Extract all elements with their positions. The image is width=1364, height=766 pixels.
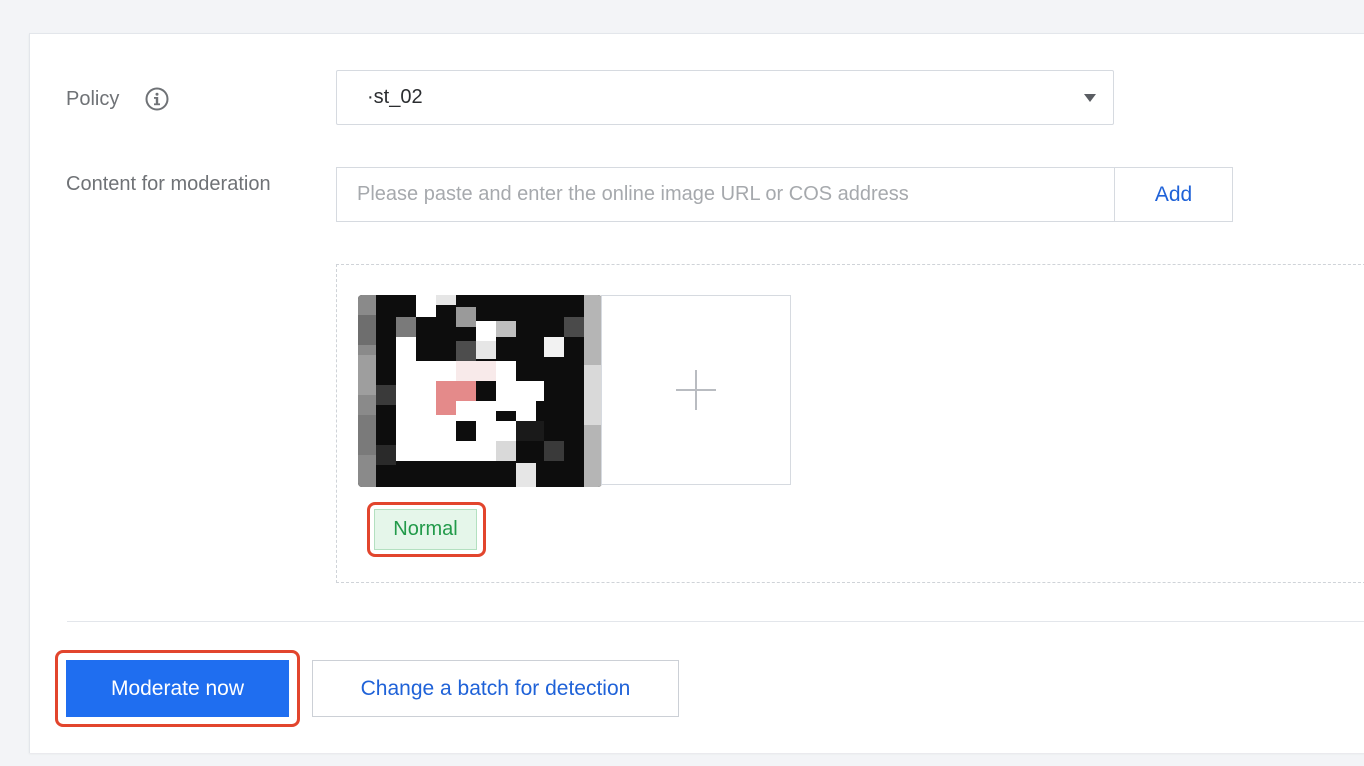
chevron-down-icon [1084, 94, 1096, 102]
moderate-now-button[interactable]: Moderate now [66, 660, 289, 717]
policy-select[interactable]: ·st_02 [336, 70, 1114, 125]
policy-label: Policy [66, 88, 120, 110]
info-circle-icon[interactable] [145, 87, 169, 111]
plus-icon-vertical [695, 370, 697, 410]
content-label: Content for moderation [66, 173, 271, 195]
uploaded-image-thumbnail[interactable] [358, 295, 602, 487]
status-badge: Normal [374, 509, 477, 550]
policy-select-value: ·st_02 [367, 86, 423, 108]
add-url-button[interactable]: Add [1114, 167, 1233, 222]
image-url-input[interactable] [336, 167, 1115, 222]
change-batch-button[interactable]: Change a batch for detection [312, 660, 679, 717]
divider [67, 621, 1364, 622]
